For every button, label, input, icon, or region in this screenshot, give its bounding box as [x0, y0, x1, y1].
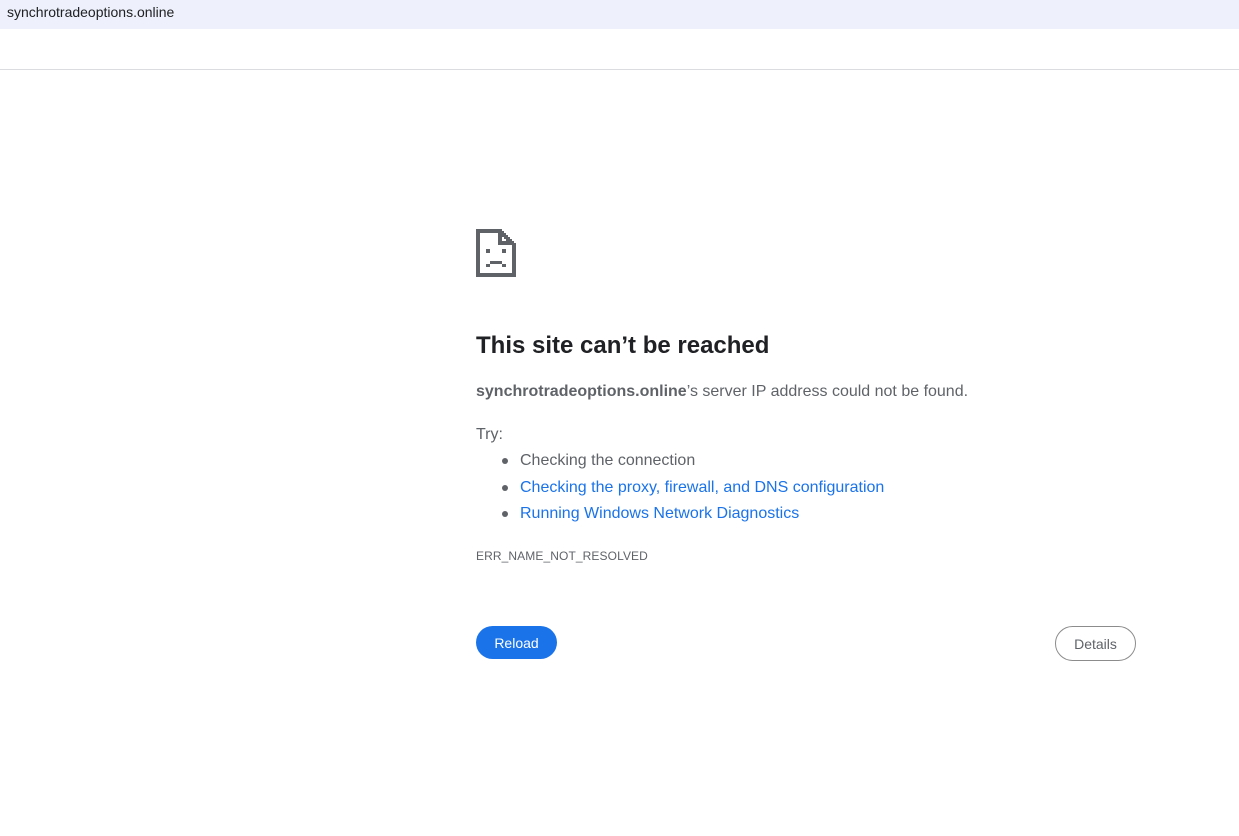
suggestion-item: Checking the connection: [476, 450, 884, 477]
bullet-icon: [502, 458, 508, 464]
suggestion-item: Checking the proxy, firewall, and DNS co…: [476, 477, 884, 504]
address-bar[interactable]: synchrotradeoptions.online: [0, 0, 1239, 29]
suggestion-proxy-firewall-dns-link[interactable]: Checking the proxy, firewall, and DNS co…: [520, 479, 884, 496]
suggestions-list: Checking the connection Checking the pro…: [476, 450, 884, 530]
toolbar-strip: [0, 29, 1239, 70]
error-message: synchrotradeoptions.online’s server IP a…: [476, 381, 968, 403]
suggestion-item: Running Windows Network Diagnostics: [476, 503, 884, 530]
error-code: ERR_NAME_NOT_RESOLVED: [476, 549, 648, 563]
error-message-suffix: ’s server IP address could not be found.: [686, 383, 969, 400]
address-url[interactable]: synchrotradeoptions.online: [7, 4, 174, 20]
bullet-icon: [502, 511, 508, 517]
error-host: synchrotradeoptions.online: [476, 383, 687, 400]
suggestion-network-diagnostics-link[interactable]: Running Windows Network Diagnostics: [520, 505, 799, 522]
page-title: This site can’t be reached: [476, 332, 770, 359]
sad-page-icon: [476, 229, 516, 277]
try-label: Try:: [476, 426, 503, 443]
reload-button[interactable]: Reload: [476, 626, 557, 659]
suggestion-checking-connection: Checking the connection: [520, 452, 696, 469]
bullet-icon: [502, 484, 508, 491]
details-button[interactable]: Details: [1055, 626, 1136, 661]
